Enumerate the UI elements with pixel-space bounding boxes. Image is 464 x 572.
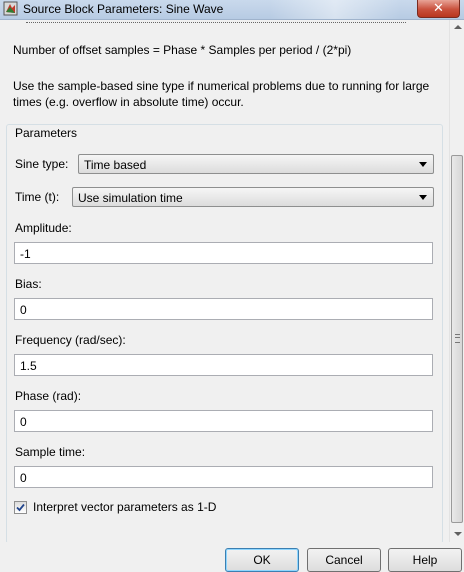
scroll-down-button[interactable] [452, 527, 463, 542]
sample-time-label: Sample time: [15, 445, 86, 459]
phase-value: 0 [20, 415, 27, 429]
arrow-down-icon [454, 532, 462, 536]
sine-type-dropdown[interactable]: Time based [78, 154, 434, 174]
cancel-button[interactable]: Cancel [307, 548, 381, 572]
scroll-up-button[interactable] [452, 20, 463, 35]
frequency-input[interactable]: 1.5 [14, 354, 433, 376]
title-bar-glare [270, 0, 400, 19]
amplitude-input[interactable]: -1 [14, 242, 433, 264]
scrollbar-thumb[interactable] [451, 155, 463, 523]
chevron-down-icon [419, 162, 427, 167]
description-offset-samples: Number of offset samples = Phase * Sampl… [13, 43, 352, 57]
parameters-group-label: Parameters [14, 126, 79, 140]
description-panel: Number of offset samples = Phase * Sampl… [6, 20, 443, 116]
frequency-label: Frequency (rad/sec): [15, 333, 126, 347]
description-sample-based-hint: Use the sample-based sine type if numeri… [13, 79, 430, 109]
simulink-app-icon [3, 1, 18, 16]
sine-type-value: Time based [84, 158, 147, 172]
amplitude-label: Amplitude: [15, 221, 72, 235]
interpret-vector-label: Interpret vector parameters as 1-D [33, 500, 217, 514]
bias-label: Bias: [15, 277, 42, 291]
chevron-down-icon [419, 195, 427, 200]
window-title: Source Block Parameters: Sine Wave [23, 2, 224, 16]
arrow-up-icon [454, 25, 462, 29]
amplitude-value: -1 [20, 247, 31, 261]
title-bar: Source Block Parameters: Sine Wave ✕ [0, 0, 464, 20]
frequency-value: 1.5 [20, 359, 37, 373]
phase-label: Phase (rad): [15, 389, 82, 403]
help-button[interactable]: Help [388, 548, 462, 572]
sample-time-value: 0 [20, 471, 27, 485]
ok-button[interactable]: OK [225, 548, 299, 572]
close-icon: ✕ [433, 0, 444, 15]
dialog-content: Number of offset samples = Phase * Sampl… [0, 20, 449, 542]
vertical-scrollbar[interactable] [449, 20, 464, 542]
phase-input[interactable]: 0 [14, 410, 433, 432]
bias-value: 0 [20, 303, 27, 317]
time-label: Time (t): [15, 190, 60, 204]
sine-type-label: Sine type: [15, 157, 69, 171]
time-value: Use simulation time [78, 191, 183, 205]
bias-input[interactable]: 0 [14, 298, 433, 320]
interpret-vector-checkbox[interactable] [14, 501, 27, 514]
time-dropdown[interactable]: Use simulation time [72, 187, 434, 207]
sample-time-input[interactable]: 0 [14, 466, 433, 488]
checkmark-icon [16, 503, 25, 512]
close-button[interactable]: ✕ [417, 0, 460, 18]
grip-icon [455, 334, 460, 343]
truncated-text-edge [26, 20, 406, 23]
